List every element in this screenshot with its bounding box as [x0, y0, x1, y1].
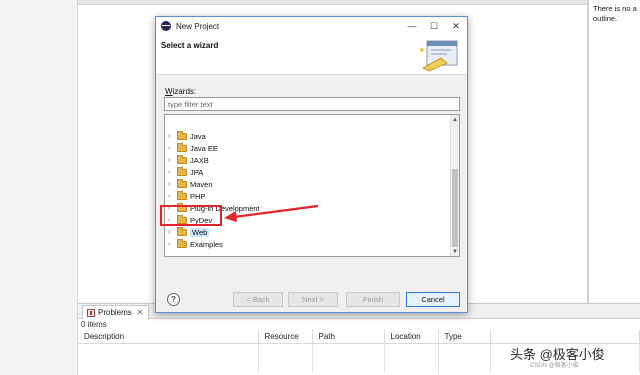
folder-icon — [177, 226, 187, 236]
chevron-right-icon[interactable]: › — [168, 157, 174, 164]
problems-icon — [87, 308, 95, 317]
tree-item-label: Java EE — [190, 143, 218, 153]
tree-item-label: PHP — [190, 191, 206, 201]
annotation-highlight-box — [160, 205, 222, 226]
folder-icon — [177, 130, 187, 140]
tab-problems[interactable]: Problems ✕ — [82, 305, 149, 319]
tree-item-label: Examples — [190, 239, 223, 249]
tree-item[interactable]: › PHP — [165, 190, 205, 202]
eclipse-icon — [161, 21, 171, 31]
scroll-thumb[interactable] — [452, 169, 458, 247]
scroll-up-icon[interactable]: ▲ — [451, 115, 459, 124]
folder-icon — [177, 166, 187, 176]
tree-item[interactable]: › Java EE — [165, 142, 218, 154]
chevron-right-icon[interactable]: › — [168, 193, 174, 200]
filter-input[interactable] — [164, 97, 460, 111]
chevron-right-icon[interactable]: › — [168, 133, 174, 140]
tree-item-label: Maven — [190, 179, 213, 189]
chevron-right-icon[interactable]: › — [168, 145, 174, 152]
scroll-down-icon[interactable]: ▼ — [451, 247, 459, 256]
tree-item-label: JPA — [190, 167, 204, 177]
chevron-right-icon[interactable]: › — [168, 241, 174, 248]
watermark-small-text: CSDN @极客小俊 — [530, 363, 579, 369]
dialog-title: New Project — [176, 21, 220, 31]
tree-item[interactable]: › JPA — [165, 166, 203, 178]
wizards-label: Wizards: — [165, 87, 196, 96]
tree-item[interactable]: › Web — [165, 226, 210, 238]
tree-item-label: JAXB — [190, 155, 209, 165]
tree-item[interactable]: › Java — [165, 130, 206, 142]
column-location[interactable]: Location — [384, 330, 439, 344]
next-button[interactable]: Next > — [288, 292, 338, 307]
folder-icon — [177, 190, 187, 200]
wizards-label-mnemonic: W — [165, 87, 173, 96]
problems-tab-label: Problems — [98, 308, 132, 317]
banner-title: Select a wizard — [161, 41, 219, 50]
column-filler — [490, 330, 640, 344]
finish-button[interactable]: Finish — [346, 292, 400, 307]
tree-item-label: Java — [190, 131, 206, 141]
column-resource[interactable]: Resource — [258, 330, 313, 344]
chevron-right-icon[interactable]: › — [168, 229, 174, 236]
column-type[interactable]: Type — [438, 330, 491, 344]
column-path[interactable]: Path — [312, 330, 385, 344]
maximize-button[interactable]: ☐ — [423, 17, 445, 35]
column-description[interactable]: Description — [78, 330, 259, 344]
problems-item-count: 0 items — [81, 320, 107, 329]
wizard-banner: Select a wizard — [156, 35, 467, 75]
wizard-banner-icon — [420, 40, 458, 72]
chevron-right-icon[interactable]: › — [168, 181, 174, 188]
wizards-label-text: izards: — [172, 87, 197, 96]
editor-tab-strip — [78, 0, 587, 5]
close-button[interactable]: ✕ — [445, 17, 467, 35]
folder-icon — [177, 238, 187, 248]
tree-scrollbar[interactable]: ▲ ▼ — [450, 115, 459, 256]
folder-icon — [177, 142, 187, 152]
tree-item-label: Web — [190, 227, 210, 237]
tree-item[interactable]: › Maven — [165, 178, 213, 190]
annotation-arrow — [224, 204, 319, 222]
dialog-titlebar[interactable]: New Project — ☐ ✕ — [156, 17, 467, 35]
outline-message-line2: outline. — [593, 14, 618, 23]
close-icon[interactable]: ✕ — [137, 308, 144, 317]
project-explorer-panel — [0, 0, 78, 375]
window-controls: — ☐ ✕ — [401, 17, 467, 35]
tree-item[interactable]: › JAXB — [165, 154, 209, 166]
tree-item[interactable]: › Examples — [165, 238, 223, 250]
outline-message-line1: There is no a — [593, 4, 637, 13]
help-icon[interactable]: ? — [167, 293, 180, 306]
cancel-button[interactable]: Cancel — [406, 292, 460, 307]
back-button[interactable]: < Back — [233, 292, 283, 307]
chevron-right-icon[interactable]: › — [168, 169, 174, 176]
new-project-dialog: New Project — ☐ ✕ Select a wizard Wizard… — [155, 16, 468, 313]
wizard-tree[interactable]: › Examples › Web › PyDev › Plug-in Development ›… — [164, 114, 460, 257]
dialog-footer: ? < Back Next > Finish Cancel — [156, 287, 467, 313]
folder-icon — [177, 154, 187, 164]
folder-icon — [177, 178, 187, 188]
minimize-button[interactable]: — — [401, 17, 423, 35]
outline-panel: There is no a outline. — [588, 0, 640, 303]
